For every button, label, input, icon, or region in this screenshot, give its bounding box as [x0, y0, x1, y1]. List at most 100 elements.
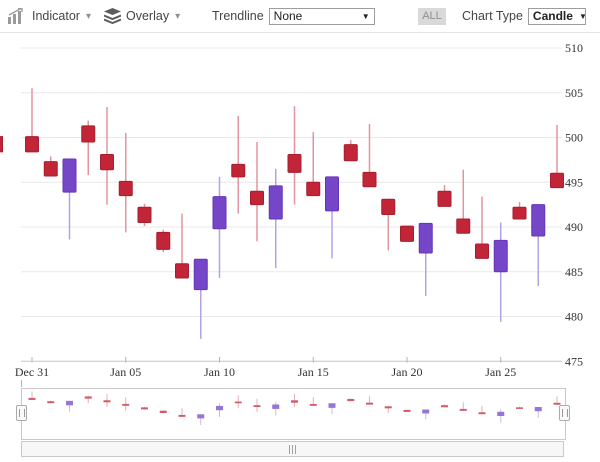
overlay-label: Overlay [126, 9, 169, 23]
select-arrow-icon: ▼ [362, 12, 370, 21]
candle-jan-06[interactable] [138, 204, 151, 226]
nav-candle-body [122, 404, 129, 406]
candle-body [157, 232, 170, 249]
nav-candle-body [441, 405, 448, 407]
candle-body [438, 191, 451, 206]
candle-jan-08[interactable] [176, 214, 189, 278]
candle-jan-17[interactable] [344, 140, 357, 161]
candle-jan-18[interactable] [363, 124, 376, 187]
candle-body [101, 155, 114, 170]
candle-jan-27[interactable] [532, 205, 545, 286]
candle-jan-13[interactable] [269, 169, 282, 268]
candle-body [138, 207, 151, 222]
candle-jan-03[interactable] [82, 120, 95, 175]
candle-jan-01[interactable] [44, 156, 57, 176]
nav-candle-body [516, 407, 523, 409]
chevron-down-icon: ▾ [175, 11, 180, 22]
trendline-control: Trendline None ▼ [212, 0, 375, 32]
candle-body [513, 207, 526, 219]
candle-body [419, 223, 432, 253]
nav-candle-body [29, 398, 36, 400]
candle-jan-28[interactable] [551, 125, 564, 188]
trendline-select[interactable]: None ▼ [269, 8, 375, 25]
nav-candle-body [329, 403, 336, 408]
candle-body [326, 177, 339, 211]
y-axis-label: 505 [565, 86, 583, 100]
candle-body [532, 205, 545, 236]
bar-chart-icon [7, 8, 27, 24]
overlay-dropdown[interactable]: Overlay ▾ [104, 0, 180, 32]
candle-jan-16[interactable] [326, 177, 339, 258]
candle-body [494, 240, 507, 271]
chart-type-control: Chart Type Candle ▼ [462, 0, 586, 32]
clipped-candle [0, 137, 3, 152]
trendline-label: Trendline [212, 9, 264, 23]
candlestick-chart[interactable]: 475480485490495500505510Dec 31Jan 05Jan … [0, 32, 600, 462]
y-axis-label: 510 [565, 41, 583, 55]
nav-candle-body [179, 415, 186, 417]
candle-jan-11[interactable] [232, 116, 245, 214]
candle-jan-07[interactable] [157, 230, 170, 252]
navigator-left-handle[interactable] [16, 405, 27, 421]
candle-jan-09[interactable] [194, 259, 207, 339]
handle-grip-icon [562, 409, 568, 417]
candle-body [363, 172, 376, 186]
navigator-right-handle[interactable] [559, 405, 570, 421]
candle-jan-12[interactable] [251, 142, 264, 241]
indicator-label: Indicator [32, 9, 80, 23]
nav-candle-body [460, 409, 467, 411]
nav-candle-body [422, 410, 429, 414]
handle-grip-icon [19, 409, 25, 417]
candle-dec-31[interactable] [26, 88, 39, 152]
nav-candle-body [197, 414, 204, 418]
candle-body [26, 137, 39, 152]
candle-body [194, 259, 207, 289]
y-axis-label: 495 [565, 175, 583, 189]
candle-body [307, 182, 320, 195]
candle-jan-26[interactable] [513, 202, 526, 219]
candle-jan-22[interactable] [438, 185, 451, 206]
nav-candle-body [310, 404, 317, 406]
x-axis-label: Jan 10 [204, 365, 235, 379]
candle-jan-05[interactable] [119, 133, 132, 232]
navigator-series [29, 391, 561, 425]
nav-candle-body [235, 402, 242, 404]
candle-jan-21[interactable] [419, 223, 432, 295]
candle-body [344, 145, 357, 161]
candle-body [269, 186, 282, 219]
y-axis-label: 480 [565, 310, 583, 324]
nav-candle-body [85, 396, 92, 398]
candle-body [251, 191, 264, 204]
y-axis-label: 485 [565, 265, 583, 279]
toolbar: Indicator ▾ Overlay ▾ Trendline None ▼ A… [0, 0, 600, 33]
trendline-selected-value: None [274, 9, 303, 23]
indicator-dropdown[interactable]: Indicator ▾ [7, 0, 91, 32]
range-all-button[interactable]: ALL [418, 8, 446, 25]
candle-body [551, 173, 564, 187]
candle-jan-20[interactable] [401, 226, 414, 241]
candle-body [119, 181, 132, 195]
x-axis-label: Jan 20 [392, 365, 423, 379]
candle-body [382, 199, 395, 214]
nav-candle-body [347, 399, 354, 401]
nav-candle-body [291, 400, 298, 402]
nav-candle-body [272, 404, 279, 408]
nav-candle-body [160, 411, 167, 413]
select-arrow-icon: ▼ [579, 12, 587, 21]
candle-jan-19[interactable] [382, 199, 395, 250]
candle-body [63, 159, 76, 192]
nav-candle-body [535, 407, 542, 411]
candle-body [476, 244, 489, 258]
candle-jan-15[interactable] [307, 132, 320, 196]
candle-jan-14[interactable] [288, 106, 301, 204]
nav-candle-body [104, 400, 111, 402]
candle-jan-25[interactable] [494, 223, 507, 322]
candle-body [232, 164, 245, 177]
candle-jan-04[interactable] [101, 107, 114, 205]
candle-jan-10[interactable] [213, 177, 226, 278]
layers-icon [104, 8, 121, 24]
candle-jan-23[interactable] [457, 170, 470, 234]
range-control: ALL [418, 0, 446, 32]
chart-type-select[interactable]: Candle ▼ [528, 8, 586, 25]
nav-candle-body [366, 403, 373, 405]
